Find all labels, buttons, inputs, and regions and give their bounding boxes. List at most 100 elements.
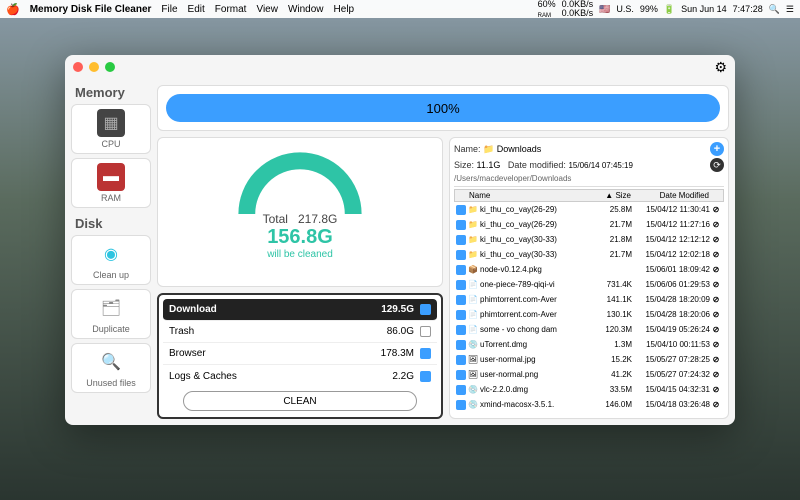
col-size[interactable]: ▲ Size xyxy=(593,191,631,200)
file-checkbox[interactable] xyxy=(456,250,466,260)
progress-bar: 100% xyxy=(166,94,720,122)
file-checkbox[interactable] xyxy=(456,355,466,365)
file-row[interactable]: 🖼user-normal.png41.2K15/05/27 07:24:32⊘ xyxy=(454,367,724,382)
file-block-icon[interactable]: ⊘ xyxy=(710,280,722,289)
file-size: 21.7M xyxy=(594,250,632,259)
file-checkbox[interactable] xyxy=(456,385,466,395)
file-block-icon[interactable]: ⊘ xyxy=(710,295,722,304)
maximize-icon[interactable] xyxy=(105,62,115,72)
menu-help[interactable]: Help xyxy=(334,4,355,15)
menu-format[interactable]: Format xyxy=(215,4,247,15)
menu-file[interactable]: File xyxy=(161,4,177,15)
file-checkbox[interactable] xyxy=(456,205,466,215)
category-checkbox[interactable] xyxy=(420,326,431,337)
folder-size: 11.1G xyxy=(477,160,501,170)
file-block-icon[interactable]: ⊘ xyxy=(710,250,722,259)
category-checkbox[interactable] xyxy=(420,304,431,315)
file-block-icon[interactable]: ⊘ xyxy=(710,205,722,214)
file-row[interactable]: 💿xmind-macosx-3.5.1.146.0M15/04/18 03:26… xyxy=(454,397,724,412)
battery-icon: 🔋 xyxy=(664,4,675,15)
file-checkbox[interactable] xyxy=(456,220,466,230)
folder-size-label: Size: xyxy=(454,160,474,170)
category-name: Logs & Caches xyxy=(169,371,237,382)
category-row[interactable]: Logs & Caches2.2G xyxy=(163,365,437,387)
sidebar-item-cleanup[interactable]: ◉ Clean up xyxy=(71,235,151,285)
file-row[interactable]: 🖼user-normal.jpg15.2K15/05/27 07:28:25⊘ xyxy=(454,352,724,367)
file-checkbox[interactable] xyxy=(456,325,466,335)
file-row[interactable]: 📁ki_thu_co_vay(26-29)25.8M15/04/12 11:30… xyxy=(454,202,724,217)
category-row[interactable]: Download129.5G xyxy=(163,299,437,321)
file-type-icon: 💿 xyxy=(468,385,478,395)
file-block-icon[interactable]: ⊘ xyxy=(710,310,722,319)
sidebar-item-unused[interactable]: 🔍 Unused files xyxy=(71,343,151,393)
file-block-icon[interactable]: ⊘ xyxy=(710,325,722,334)
file-checkbox[interactable] xyxy=(456,400,466,410)
file-size: 146.0M xyxy=(594,400,632,409)
app-name[interactable]: Memory Disk File Cleaner xyxy=(30,4,152,15)
menu-icon[interactable]: ☰ xyxy=(786,4,794,15)
minimize-icon[interactable] xyxy=(89,62,99,72)
file-date: 15/04/18 03:26:48 xyxy=(632,400,710,409)
apple-menu-icon[interactable]: 🍎 xyxy=(6,3,20,16)
titlebar[interactable]: ⚙ xyxy=(65,55,735,79)
file-checkbox[interactable] xyxy=(456,235,466,245)
file-row[interactable]: 📄some - vo chong dam120.3M15/04/19 05:26… xyxy=(454,322,724,337)
file-block-icon[interactable]: ⊘ xyxy=(710,235,722,244)
file-type-icon: 🖼 xyxy=(468,355,478,365)
unused-label: Unused files xyxy=(86,378,136,388)
add-button[interactable]: + xyxy=(710,142,724,156)
file-date: 15/04/12 12:12:12 xyxy=(632,235,710,244)
file-row[interactable]: 📁ki_thu_co_vay(26-29)21.7M15/04/12 11:27… xyxy=(454,217,724,232)
category-row[interactable]: Browser178.3M xyxy=(163,343,437,365)
file-size: 21.7M xyxy=(594,220,632,229)
category-checkbox[interactable] xyxy=(420,371,431,382)
category-checkbox[interactable] xyxy=(420,348,431,359)
file-checkbox[interactable] xyxy=(456,265,466,275)
file-row[interactable]: 💿vlc-2.2.0.dmg33.5M15/04/15 04:32:31⊘ xyxy=(454,382,724,397)
file-name: node-v0.12.4.pkg xyxy=(480,265,594,274)
file-table-header[interactable]: Name ▲ Size Date Modified xyxy=(454,189,724,202)
file-block-icon[interactable]: ⊘ xyxy=(710,355,722,364)
file-row[interactable]: 📄phimtorrent.com-Aver141.1K15/04/28 18:2… xyxy=(454,292,724,307)
file-row[interactable]: 📄phimtorrent.com-Aver130.1K15/04/28 18:2… xyxy=(454,307,724,322)
category-row[interactable]: Trash86.0G xyxy=(163,321,437,343)
refresh-button[interactable]: ⟳ xyxy=(710,158,724,172)
file-size: 1.3M xyxy=(594,340,632,349)
total-value: 217.8G xyxy=(298,212,337,226)
file-row[interactable]: 📦node-v0.12.4.pkg15/06/01 18:09:42⊘ xyxy=(454,262,724,277)
menu-view[interactable]: View xyxy=(256,4,278,15)
file-checkbox[interactable] xyxy=(456,340,466,350)
time: 7:47:28 xyxy=(733,4,763,14)
search-icon[interactable]: 🔍 xyxy=(769,4,780,15)
file-block-icon[interactable]: ⊘ xyxy=(710,400,722,409)
file-list[interactable]: 📁ki_thu_co_vay(26-29)25.8M15/04/12 11:30… xyxy=(454,202,724,414)
file-checkbox[interactable] xyxy=(456,295,466,305)
settings-icon[interactable]: ⚙ xyxy=(714,59,727,76)
col-date[interactable]: Date Modified xyxy=(631,191,709,200)
file-checkbox[interactable] xyxy=(456,280,466,290)
file-row[interactable]: 💿uTorrent.dmg1.3M15/04/10 00:11:53⊘ xyxy=(454,337,724,352)
close-icon[interactable] xyxy=(73,62,83,72)
file-row[interactable]: 📄one-piece-789-qiqi-vi731.4K15/06/06 01:… xyxy=(454,277,724,292)
file-checkbox[interactable] xyxy=(456,310,466,320)
menu-window[interactable]: Window xyxy=(288,4,324,15)
file-row[interactable]: 📁ki_thu_co_vay(30-33)21.8M15/04/12 12:12… xyxy=(454,232,724,247)
file-block-icon[interactable]: ⊘ xyxy=(710,220,722,229)
file-block-icon[interactable]: ⊘ xyxy=(710,370,722,379)
file-block-icon[interactable]: ⊘ xyxy=(710,265,722,274)
sidebar-item-cpu[interactable]: ▦ CPU xyxy=(71,104,151,154)
flag-icon[interactable]: 🇺🇸 xyxy=(599,4,610,15)
clean-button[interactable]: CLEAN xyxy=(183,391,417,411)
sidebar-item-duplicate[interactable]: 🗂 Duplicate xyxy=(71,289,151,339)
file-type-icon: 📁 xyxy=(468,235,478,245)
menu-edit[interactable]: Edit xyxy=(188,4,205,15)
file-checkbox[interactable] xyxy=(456,370,466,380)
battery-status: 99% xyxy=(640,4,658,14)
file-date: 15/04/19 05:26:24 xyxy=(632,325,710,334)
file-block-icon[interactable]: ⊘ xyxy=(710,385,722,394)
file-date: 15/06/01 18:09:42 xyxy=(632,265,710,274)
col-name[interactable]: Name xyxy=(469,191,593,200)
file-block-icon[interactable]: ⊘ xyxy=(710,340,722,349)
file-row[interactable]: 📁ki_thu_co_vay(30-33)21.7M15/04/12 12:02… xyxy=(454,247,724,262)
sidebar-item-ram[interactable]: ▬ RAM xyxy=(71,158,151,208)
